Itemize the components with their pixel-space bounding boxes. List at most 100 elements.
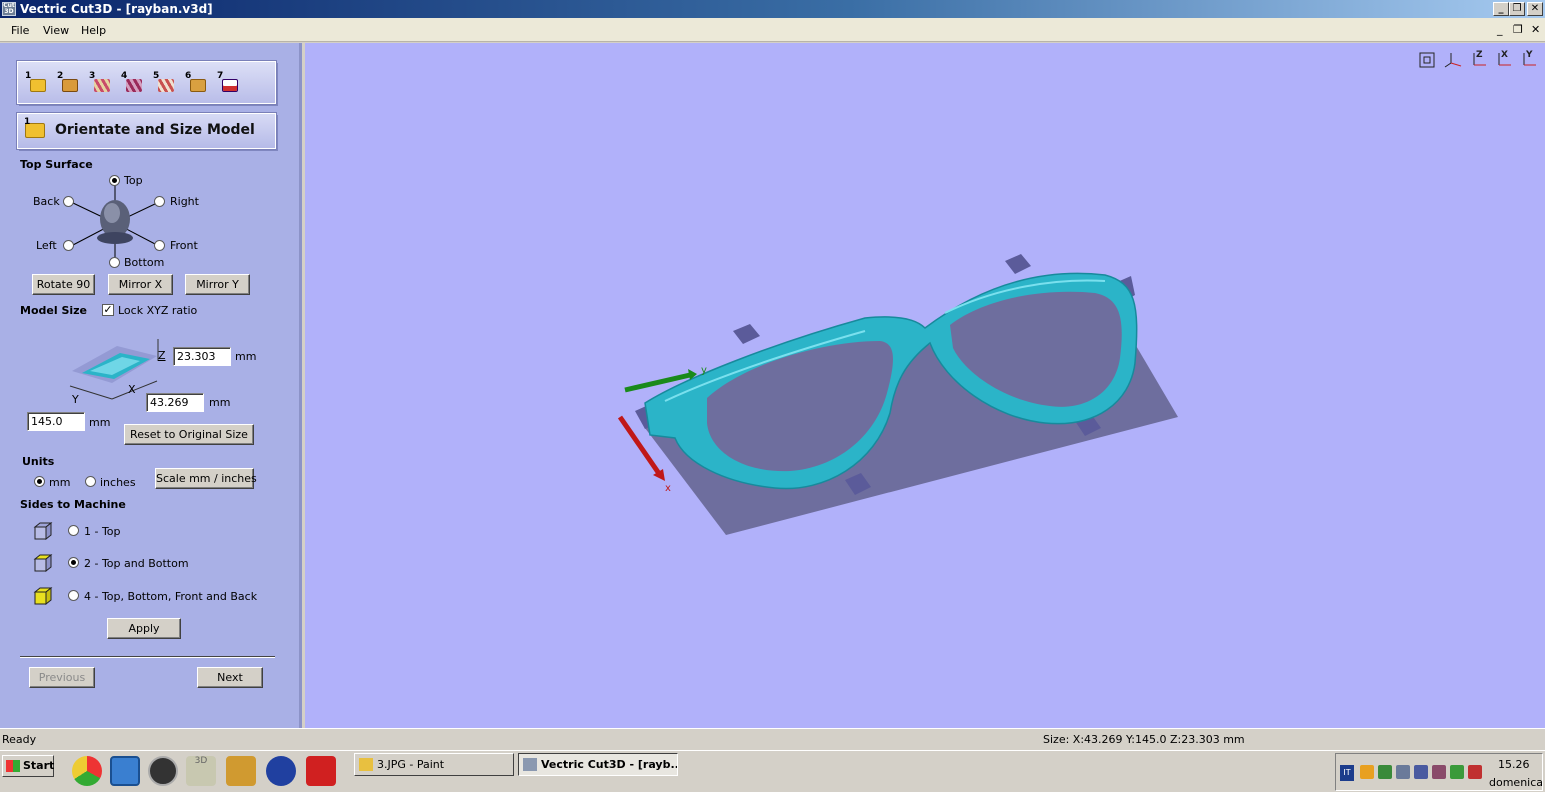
internet-explorer-icon[interactable] [110, 756, 140, 786]
right-label: Right [170, 195, 199, 208]
tray-security-icon[interactable] [1450, 765, 1464, 779]
mirror-y-button[interactable]: Mirror Y [185, 274, 250, 295]
app-icon: Cut 3D [2, 2, 16, 16]
cube-top-bottom-icon [33, 553, 53, 573]
x-axis-label: X [128, 383, 136, 396]
mm-label: mm [49, 476, 71, 489]
step-7-button[interactable]: 7 [217, 71, 239, 95]
sides-4-label: 4 - Top, Bottom, Front and Back [84, 590, 258, 603]
tray-app-icon[interactable] [1360, 765, 1374, 779]
lock-xyz-checkbox[interactable]: ✓ [102, 304, 114, 316]
units-heading: Units [22, 455, 55, 468]
y-unit-label: mm [89, 416, 111, 429]
aspire-icon[interactable] [226, 756, 256, 786]
step-4-button[interactable]: 4 [121, 71, 143, 95]
step-3-button[interactable]: 3 [89, 71, 111, 95]
bottom-radio[interactable] [109, 257, 120, 268]
step-6-button[interactable]: 6 [185, 71, 207, 95]
sides-2-label: 2 - Top and Bottom [84, 557, 189, 570]
menu-view[interactable]: View [43, 24, 69, 37]
back-label: Back [33, 195, 60, 208]
y-axis-label: Y [72, 393, 79, 406]
document-restore-button[interactable]: ❐ [1513, 23, 1523, 36]
sides-4-radio[interactable] [68, 590, 79, 601]
save-disk-icon [222, 79, 238, 92]
right-radio[interactable] [154, 196, 165, 207]
task-paint[interactable]: 3.JPG - Paint [354, 753, 514, 776]
left-radio[interactable] [63, 240, 74, 251]
step-5-button[interactable]: 5 [153, 71, 175, 95]
close-button[interactable]: ✕ [1527, 2, 1543, 16]
previous-button[interactable]: Previous [29, 667, 95, 688]
tray-display-icon[interactable] [1414, 765, 1428, 779]
bottom-label: Bottom [124, 256, 165, 269]
menu-file[interactable]: File [11, 24, 29, 37]
tab [733, 324, 760, 344]
lock-xyz-label: Lock XYZ ratio [118, 304, 198, 317]
section-title: Orientate and Size Model [55, 122, 255, 138]
cut3d-icon[interactable]: 3D [186, 756, 216, 786]
front-radio[interactable] [154, 240, 165, 251]
panel-divider [20, 656, 275, 658]
window-title: Vectric Cut3D - [rayban.v3d] [20, 2, 213, 16]
z-unit-label: mm [235, 350, 257, 363]
chrome-icon[interactable] [72, 756, 102, 786]
tray-monitor-icon[interactable] [1432, 765, 1446, 779]
language-indicator[interactable]: IT [1340, 765, 1354, 781]
top-radio[interactable] [109, 175, 120, 186]
apply-button[interactable]: Apply [107, 618, 181, 639]
restore-button[interactable]: ❐ [1509, 2, 1525, 16]
windows-flag-icon [6, 760, 20, 772]
y-size-input[interactable]: 145.0 [27, 412, 85, 431]
material-icon [190, 79, 206, 92]
minimize-button[interactable]: _ [1493, 2, 1509, 16]
cube-four-sides-icon [33, 586, 53, 606]
mirror-x-button[interactable]: Mirror X [108, 274, 173, 295]
inches-radio[interactable] [85, 476, 96, 487]
x-unit-label: mm [209, 396, 231, 409]
x-size-input[interactable]: 43.269 [146, 393, 204, 412]
step-2-button[interactable]: 2 [57, 71, 79, 95]
system-tray: IT 15.26 domenica [1335, 753, 1543, 791]
tray-network-icon[interactable] [1396, 765, 1410, 779]
speedometer-icon[interactable] [148, 756, 178, 786]
tab [1005, 254, 1031, 274]
open-folder-icon [30, 79, 46, 92]
sides-1-label: 1 - Top [84, 525, 121, 538]
status-bar: Ready Size: X:43.269 Y:145.0 Z:23.303 mm [0, 728, 1545, 750]
mm-radio[interactable] [34, 476, 45, 487]
sides-heading: Sides to Machine [20, 498, 126, 511]
model-render: y x [617, 254, 1178, 535]
front-label: Front [170, 239, 198, 252]
top-surface-heading: Top Surface [20, 158, 93, 171]
next-button[interactable]: Next [197, 667, 263, 688]
z-size-input[interactable]: 23.303 [173, 347, 231, 366]
sketchup-icon[interactable] [306, 756, 336, 786]
compass-icon[interactable] [266, 756, 296, 786]
sides-1-radio[interactable] [68, 525, 79, 536]
rotate-90-button[interactable]: Rotate 90 [32, 274, 95, 295]
3d-viewport[interactable]: Z X Y y x [305, 43, 1545, 728]
scale-mm-inches-button[interactable]: Scale mm / inches [155, 468, 257, 489]
svg-text:y: y [701, 365, 707, 376]
reset-original-size-button[interactable]: Reset to Original Size [124, 424, 254, 445]
title-bar: Cut 3D Vectric Cut3D - [rayban.v3d] _ ❐ … [0, 0, 1545, 18]
sides-2-radio[interactable] [68, 557, 79, 568]
inches-label: inches [100, 476, 136, 489]
document-minimize-button[interactable]: _ [1497, 23, 1503, 36]
tray-drive-icon[interactable] [1378, 765, 1392, 779]
task-cut3d[interactable]: Vectric Cut3D - [rayb... [518, 753, 678, 776]
section-header: 1 Orientate and Size Model [16, 112, 277, 150]
model-size-heading: Model Size [20, 304, 87, 317]
document-close-button[interactable]: ✕ [1531, 23, 1540, 36]
step-1-button[interactable]: 1 [25, 71, 47, 95]
package-icon [62, 79, 78, 92]
cut3d-task-icon [523, 758, 537, 771]
back-radio[interactable] [63, 196, 74, 207]
start-button[interactable]: Start [2, 755, 54, 777]
menu-help[interactable]: Help [81, 24, 106, 37]
step-toolbar: 1 2 3 4 5 6 7 [16, 60, 277, 105]
clock-time[interactable]: 15.26 [1498, 758, 1530, 771]
tray-shield-icon[interactable] [1468, 765, 1482, 779]
taskbar: Start 3D 3.JPG - Paint Vectric Cut3D - [… [0, 750, 1545, 792]
